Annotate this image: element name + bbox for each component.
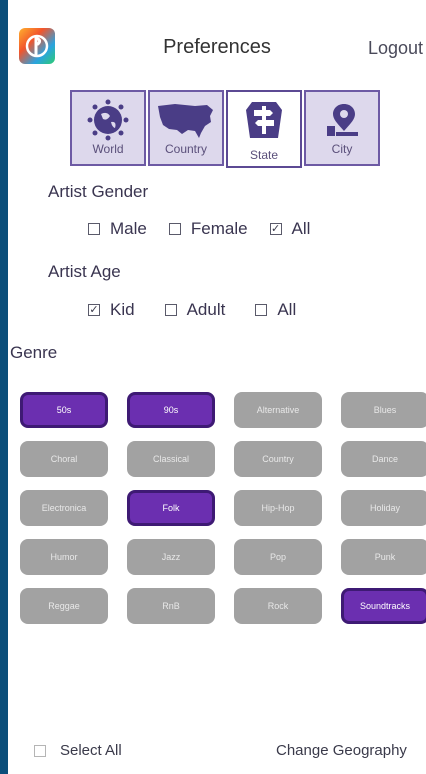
checkbox-icon[interactable] <box>88 223 100 235</box>
artist-gender-options: Male Female ✓ All <box>88 219 332 239</box>
geo-country-label: Country <box>164 142 208 156</box>
checkbox-checked-icon[interactable]: ✓ <box>269 223 282 235</box>
age-option-label: Kid <box>110 300 135 319</box>
gender-option-label: Female <box>190 219 248 238</box>
age-option-kid[interactable]: ✓ Kid <box>88 300 135 320</box>
genre-chip-choral[interactable]: Choral <box>20 441 108 477</box>
genre-chip-punk[interactable]: Punk <box>341 539 426 575</box>
geo-world-label: World <box>92 142 124 156</box>
city-pin-icon <box>306 98 378 142</box>
checkbox-icon[interactable] <box>164 304 177 316</box>
genre-chip-soundtracks[interactable]: Soundtracks <box>341 588 426 624</box>
logout-link[interactable]: Logout <box>368 38 423 59</box>
genre-chip-folk[interactable]: Folk <box>127 490 215 526</box>
genre-heading: Genre <box>10 343 58 362</box>
genre-chip-pop[interactable]: Pop <box>234 539 322 575</box>
geo-state-label: State <box>249 148 279 162</box>
select-all-label: Select All <box>60 742 122 759</box>
page-title: Preferences <box>163 36 271 58</box>
genre-chip-humor[interactable]: Humor <box>20 539 108 575</box>
genre-chip-hip-hop[interactable]: Hip-Hop <box>234 490 322 526</box>
preferences-screen: Preferences Logout World Country State C… <box>8 0 426 774</box>
geography-selector: World Country State City <box>70 90 380 168</box>
genre-chip-country[interactable]: Country <box>234 441 322 477</box>
genre-chip-rock[interactable]: Rock <box>234 588 322 624</box>
gender-option-label: Male <box>110 219 147 238</box>
gender-option-female[interactable]: Female <box>168 219 248 239</box>
gender-option-label: All <box>291 219 311 238</box>
genre-chip-blues[interactable]: Blues <box>341 392 426 428</box>
geo-state-button[interactable]: State <box>226 90 302 168</box>
age-option-all[interactable]: All <box>255 300 296 320</box>
genre-chip-50s[interactable]: 50s <box>20 392 108 428</box>
geo-world-button[interactable]: World <box>70 90 146 166</box>
geo-city-label: City <box>331 142 353 156</box>
artist-age-options: ✓ Kid Adult All <box>88 300 318 320</box>
select-all-option[interactable]: Select All <box>34 742 122 759</box>
gender-option-male[interactable]: Male <box>88 219 147 239</box>
age-option-label: Adult <box>186 300 226 319</box>
geo-city-button[interactable]: City <box>304 90 380 166</box>
checkbox-icon[interactable] <box>168 223 181 235</box>
checkbox-checked-icon[interactable]: ✓ <box>88 304 100 316</box>
genre-chip-classical[interactable]: Classical <box>127 441 215 477</box>
gender-option-all[interactable]: ✓ All <box>269 219 311 239</box>
genre-chip-electronica[interactable]: Electronica <box>20 490 108 526</box>
genre-chip-reggae[interactable]: Reggae <box>20 588 108 624</box>
age-option-adult[interactable]: Adult <box>164 300 226 320</box>
usa-map-icon <box>150 98 222 142</box>
genre-chip-dance[interactable]: Dance <box>341 441 426 477</box>
artist-age-heading: Artist Age <box>48 262 121 281</box>
genre-chip-alternative[interactable]: Alternative <box>234 392 322 428</box>
header-bar: Preferences Logout <box>8 0 426 100</box>
genre-grid: 50s 90s Alternative Blues Choral Classic… <box>20 392 426 624</box>
artist-gender-heading: Artist Gender <box>48 182 149 201</box>
genre-chip-jazz[interactable]: Jazz <box>127 539 215 575</box>
genre-chip-holiday[interactable]: Holiday <box>341 490 426 526</box>
age-option-label: All <box>277 300 297 319</box>
signpost-icon <box>228 98 300 142</box>
checkbox-icon[interactable] <box>255 304 268 316</box>
genre-chip-rnb[interactable]: RnB <box>127 588 215 624</box>
checkbox-icon[interactable] <box>34 744 46 757</box>
change-geography-link[interactable]: Change Geography <box>276 742 407 759</box>
genre-chip-90s[interactable]: 90s <box>127 392 215 428</box>
geo-country-button[interactable]: Country <box>148 90 224 166</box>
globe-icon <box>72 98 144 142</box>
